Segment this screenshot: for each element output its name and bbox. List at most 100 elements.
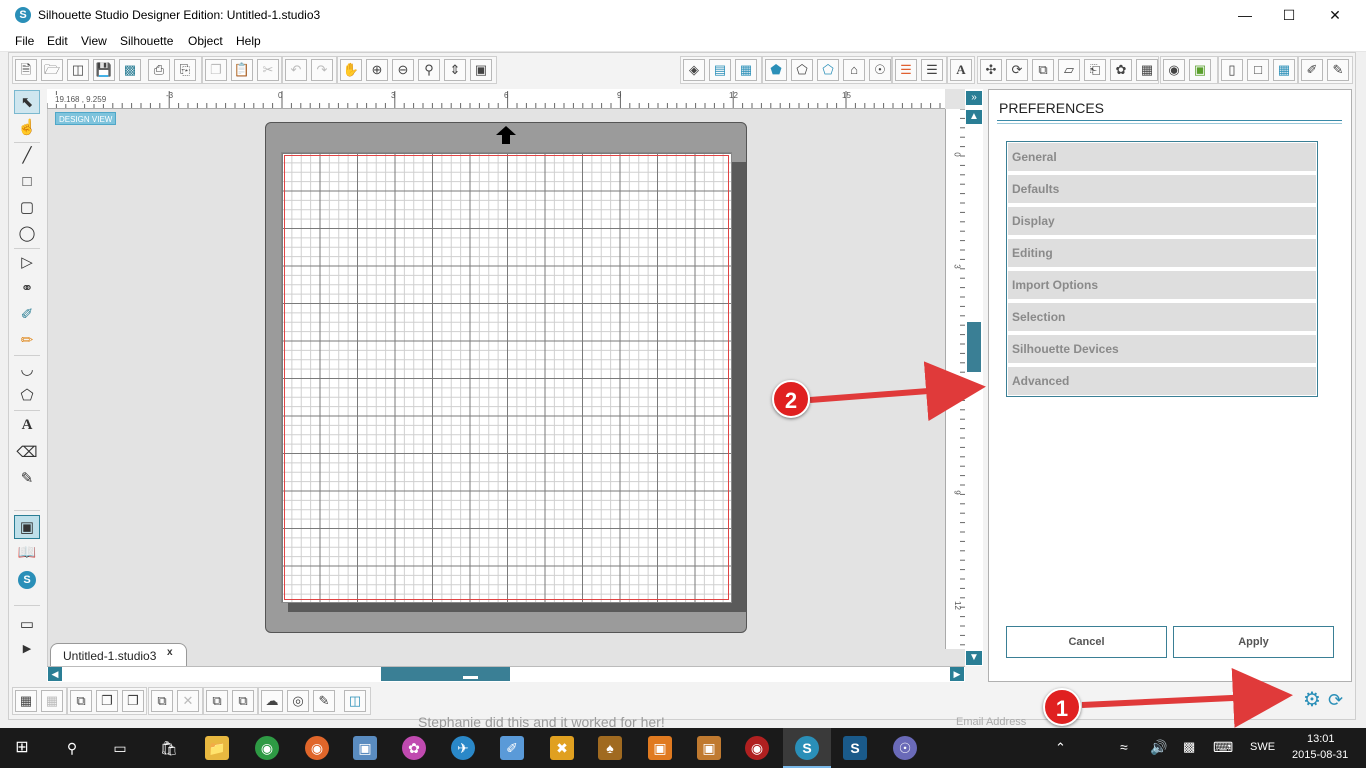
show-hidden-icons-icon[interactable]: ⌃ — [1055, 740, 1066, 756]
page-setup-icon[interactable]: ▯ — [1221, 59, 1243, 81]
volume-icon[interactable]: 🔊 — [1150, 739, 1167, 756]
store-icon[interactable]: 🛍 — [157, 736, 181, 760]
window-view-icon[interactable]: ▭ — [14, 613, 40, 637]
modify-icon[interactable]: ▦ — [1136, 59, 1158, 81]
image-effects-icon[interactable]: ☉ — [869, 59, 891, 81]
app-icon-7[interactable]: ✖ — [550, 736, 574, 760]
freehand-tool-icon[interactable]: ✐ — [14, 303, 40, 327]
app-icon-9[interactable]: ▣ — [648, 736, 672, 760]
maximize-button[interactable]: ☐ — [1266, 0, 1312, 30]
align-icon[interactable]: ✣ — [980, 59, 1002, 81]
menu-edit[interactable]: Edit — [47, 34, 68, 48]
pref-item-display[interactable]: Display — [1008, 207, 1316, 235]
menu-help[interactable]: Help — [236, 34, 261, 48]
pref-item-defaults[interactable]: Defaults — [1008, 175, 1316, 203]
keyboard-icon[interactable]: ⌨ — [1213, 739, 1233, 756]
silhouette-store-icon[interactable]: S — [14, 567, 40, 591]
polygon-tool-icon[interactable]: ▷ — [14, 251, 40, 275]
bring-to-front-icon[interactable]: ⧉ — [206, 690, 228, 712]
weld-icon[interactable]: ❐ — [122, 690, 144, 712]
silhouette-connect-icon[interactable]: S — [843, 736, 867, 760]
clock-date[interactable]: 2015-08-31 — [1292, 749, 1348, 761]
menu-file[interactable]: File — [15, 34, 34, 48]
document-tab-close-icon[interactable]: x — [167, 647, 173, 658]
ungroup-icon[interactable]: ▦ — [41, 690, 63, 712]
line-color-icon[interactable]: ⬟ — [765, 59, 787, 81]
release-compound-path-icon[interactable]: ❐ — [96, 690, 118, 712]
line-style-options-icon[interactable]: ☰ — [921, 59, 943, 81]
scroll-left-icon[interactable]: ◀ — [48, 667, 62, 681]
app-icon-3[interactable]: ▣ — [353, 736, 377, 760]
menu-silhouette[interactable]: Silhouette — [120, 34, 173, 48]
curve-tool-icon[interactable]: ⚭ — [14, 277, 40, 301]
scale-icon[interactable]: ⧉ — [1032, 59, 1054, 81]
zoom-drag-icon[interactable]: ⇕ — [444, 59, 466, 81]
send-to-back-icon[interactable]: ⧉ — [232, 690, 254, 712]
paint-icon[interactable]: ✐ — [500, 736, 524, 760]
scroll-up-icon[interactable]: ▲ — [966, 110, 982, 124]
modify-shape-icon[interactable]: ☁ — [261, 690, 283, 712]
eraser-tool-icon[interactable]: ✎ — [1327, 59, 1349, 81]
line-weight-icon[interactable]: ☰ — [895, 59, 917, 81]
cut-settings-icon[interactable]: ✐ — [1301, 59, 1323, 81]
fill-pattern-icon[interactable]: ▦ — [735, 59, 757, 81]
fit-to-window-icon[interactable]: ▣ — [470, 59, 492, 81]
search-icon[interactable]: ⚲ — [60, 736, 84, 760]
save-icon[interactable]: 💾 — [93, 59, 115, 81]
print-icon[interactable]: ⎙ — [148, 59, 170, 81]
undo-icon[interactable]: ↶ — [285, 59, 307, 81]
edit-points-icon[interactable]: ☝ — [14, 116, 40, 140]
app-icon-5[interactable]: ✈ — [451, 736, 475, 760]
regular-polygon-tool-icon[interactable]: ⬠ — [14, 384, 40, 408]
mirror-icon[interactable]: ⎗ — [1084, 59, 1106, 81]
duplicate-icon[interactable]: ⧉ — [151, 690, 173, 712]
cut-icon[interactable]: ✂ — [257, 59, 279, 81]
knife-tool-icon[interactable]: ✎ — [14, 467, 40, 491]
horizontal-scroll-thumb[interactable] — [381, 667, 510, 681]
pref-item-import-options[interactable]: Import Options — [1008, 271, 1316, 299]
design-view-icon[interactable]: ▣ — [14, 515, 40, 539]
cut-style-icon[interactable]: ◫ — [344, 690, 366, 712]
library-view-icon[interactable]: 📖 — [14, 541, 40, 565]
text-tool-icon[interactable]: A — [14, 413, 40, 437]
rounded-rectangle-tool-icon[interactable]: ▢ — [14, 196, 40, 220]
pref-item-editing[interactable]: Editing — [1008, 239, 1316, 267]
fill-gradient-icon[interactable]: ▤ — [709, 59, 731, 81]
send-to-cutter-icon[interactable]: ⎘ — [174, 59, 196, 81]
play-icon[interactable]: ▶ — [14, 637, 40, 661]
knife-icon[interactable]: ✎ — [313, 690, 335, 712]
redo-icon[interactable]: ↷ — [311, 59, 333, 81]
open-library-icon[interactable]: ◫ — [67, 59, 89, 81]
vertical-scrollbar[interactable] — [965, 89, 983, 666]
minimize-button[interactable]: — — [1222, 0, 1268, 30]
vertical-scroll-thumb[interactable] — [967, 322, 981, 372]
offset-path-icon[interactable]: ◎ — [287, 690, 309, 712]
menu-object[interactable]: Object — [188, 34, 223, 48]
select-tool-icon[interactable]: ⬉ — [14, 90, 40, 114]
gear-icon[interactable]: ⚙ — [1303, 689, 1325, 711]
rotate-icon[interactable]: ⟳ — [1006, 59, 1028, 81]
app-icon-14[interactable]: ☉ — [893, 736, 917, 760]
language-indicator[interactable]: SWE — [1250, 741, 1275, 753]
chrome-icon[interactable]: ◉ — [255, 736, 279, 760]
app-icon-10[interactable]: ▣ — [697, 736, 721, 760]
grid-settings-icon[interactable]: ▦ — [1273, 59, 1295, 81]
app-icon-11[interactable]: ◉ — [745, 736, 769, 760]
zoom-in-icon[interactable]: ⊕ — [366, 59, 388, 81]
scroll-down-icon[interactable]: ▼ — [966, 651, 982, 665]
trace-icon[interactable]: ▣ — [1189, 59, 1211, 81]
new-file-icon[interactable]: 🗎 — [15, 59, 37, 81]
document-tab[interactable]: Untitled-1.studio3 x — [50, 643, 187, 666]
zoom-selection-icon[interactable]: ⚲ — [418, 59, 440, 81]
save-library-icon[interactable]: ▩ — [119, 59, 141, 81]
close-button[interactable]: ✕ — [1312, 0, 1358, 30]
line-style-icon[interactable]: ⬠ — [791, 59, 813, 81]
offset-icon[interactable]: ◉ — [1163, 59, 1185, 81]
menu-view[interactable]: View — [81, 34, 107, 48]
ellipse-tool-icon[interactable]: ◯ — [14, 222, 40, 246]
line-shadow-icon[interactable]: ⬠ — [817, 59, 839, 81]
line-tool-icon[interactable]: ╱ — [14, 144, 40, 168]
silhouette-studio-taskbar-icon[interactable]: S — [795, 736, 819, 760]
picasa-icon[interactable]: ✿ — [402, 736, 426, 760]
clock-time[interactable]: 13:01 — [1307, 733, 1335, 745]
